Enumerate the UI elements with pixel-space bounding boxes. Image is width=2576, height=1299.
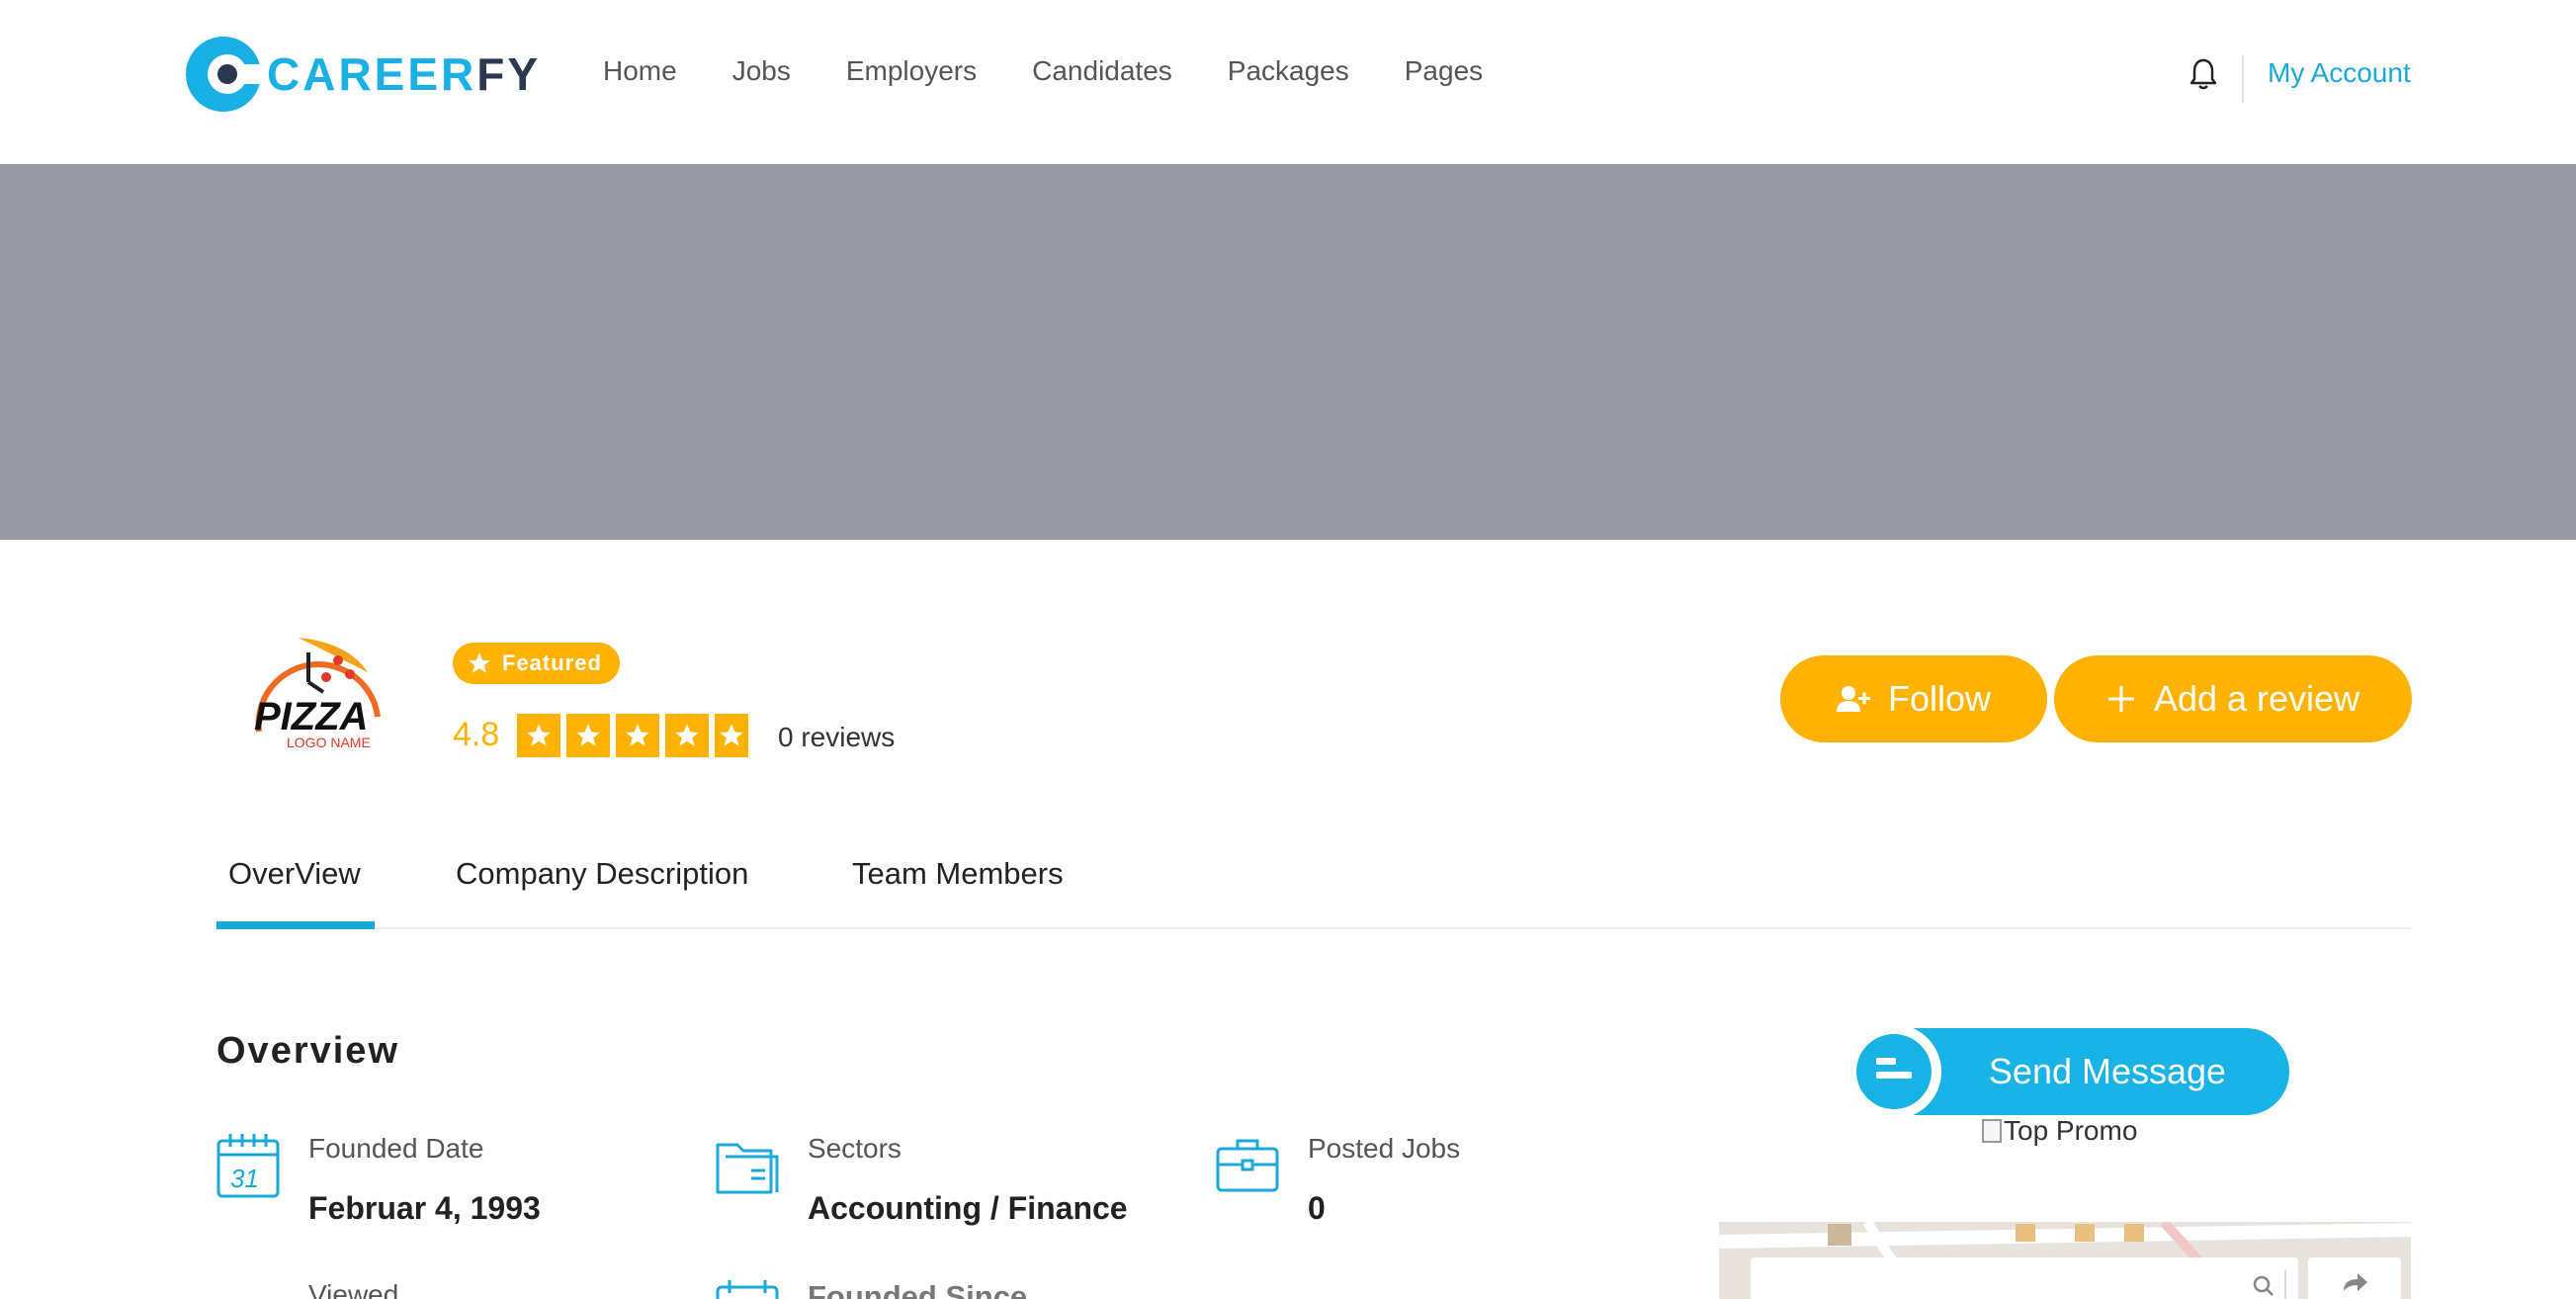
calendar-icon <box>716 1280 779 1299</box>
company-tabs: OverView Company Description Team Member… <box>216 830 2411 929</box>
map-search-divider <box>2284 1269 2286 1299</box>
founded-date-label: Founded Date <box>308 1133 484 1164</box>
site-header: CAREERFY Home Jobs Employers Candidates … <box>0 0 2576 164</box>
star-icon <box>626 724 649 746</box>
viewed-label: Viewed <box>308 1279 399 1299</box>
rating-star-5 <box>715 714 748 757</box>
founded-date-value: Februar 4, 1993 <box>308 1190 541 1226</box>
header-divider <box>2242 55 2244 103</box>
user-plus-icon <box>1836 686 1870 712</box>
share-arrow-icon <box>2344 1273 2367 1291</box>
star-icon <box>576 724 600 746</box>
star-icon <box>720 724 743 746</box>
follow-button[interactable]: Follow <box>1780 655 2047 742</box>
location-map[interactable] <box>1719 1222 2411 1299</box>
site-logo[interactable]: CAREERFY <box>184 35 541 114</box>
calendar-icon: 31 <box>216 1134 280 1198</box>
map-search-input[interactable] <box>1751 1257 2298 1299</box>
nav-employers[interactable]: Employers <box>846 55 977 87</box>
careerfy-logo-icon <box>186 37 263 112</box>
star-icon <box>469 652 490 673</box>
tab-overview[interactable]: OverView <box>228 856 361 892</box>
rating-value: 4.8 <box>453 716 500 753</box>
tab-active-indicator <box>216 921 375 929</box>
folder-icon <box>716 1143 779 1194</box>
star-icon <box>675 724 699 746</box>
logo-wordmark-part2: FY <box>476 48 542 100</box>
broken-image-icon <box>1982 1119 2002 1143</box>
plus-icon <box>2107 686 2134 712</box>
star-icon <box>527 724 551 746</box>
briefcase-icon <box>1216 1139 1279 1192</box>
sectors-label: Sectors <box>808 1133 902 1164</box>
add-review-button-label: Add a review <box>2153 678 2361 719</box>
bell-icon[interactable] <box>2189 57 2218 91</box>
nav-home[interactable]: Home <box>603 55 677 87</box>
rating-star-4 <box>665 714 709 757</box>
logo-wordmark: CAREERFY <box>267 47 541 101</box>
search-icon <box>2253 1275 2274 1296</box>
featured-badge: Featured <box>453 643 620 684</box>
tab-company-description[interactable]: Company Description <box>456 856 748 892</box>
calendar-day: 31 <box>230 1164 259 1193</box>
chat-icon <box>1846 1024 1941 1119</box>
nav-candidates[interactable]: Candidates <box>1032 55 1172 87</box>
send-message-label: Send Message <box>1988 1051 2227 1091</box>
tab-team-members[interactable]: Team Members <box>852 856 1064 892</box>
posted-jobs-label: Posted Jobs <box>1308 1133 1461 1164</box>
company-logo-wordmark: PIZZA <box>254 695 369 738</box>
rating-star-2 <box>566 714 610 757</box>
send-message-button[interactable]: Send Message <box>1846 1024 2289 1119</box>
company-logo-subtext: LOGO NAME <box>287 735 371 750</box>
nav-pages[interactable]: Pages <box>1405 55 1483 87</box>
my-account-link[interactable]: My Account <box>2268 57 2411 89</box>
nav-packages[interactable]: Packages <box>1228 55 1349 87</box>
overview-title: Overview <box>216 1030 399 1072</box>
rating-star-3 <box>616 714 659 757</box>
posted-jobs-value: 0 <box>1308 1190 1326 1226</box>
logo-wordmark-part1: CAREER <box>267 48 477 100</box>
main-nav: Home Jobs Employers Candidates Packages … <box>603 55 1538 87</box>
map-directions-button[interactable] <box>2308 1257 2401 1299</box>
rating-star-1 <box>517 714 560 757</box>
sectors-value: Accounting / Finance <box>808 1190 1128 1226</box>
reviews-count[interactable]: 0 reviews <box>778 722 895 753</box>
add-review-button[interactable]: Add a review <box>2054 655 2412 742</box>
founded-since-label: Founded Since <box>808 1279 1028 1299</box>
top-promo-image[interactable]: Top Promo <box>1982 1115 2137 1147</box>
company-logo: PIZZA LOGO NAME <box>254 638 381 750</box>
rating-stars <box>517 714 754 757</box>
top-promo-alt-text: Top Promo <box>2004 1115 2138 1146</box>
company-cover-banner <box>0 164 2576 540</box>
featured-label: Featured <box>502 650 602 675</box>
follow-button-label: Follow <box>1887 678 1992 719</box>
nav-jobs[interactable]: Jobs <box>732 55 791 87</box>
eye-icon <box>216 1277 280 1299</box>
